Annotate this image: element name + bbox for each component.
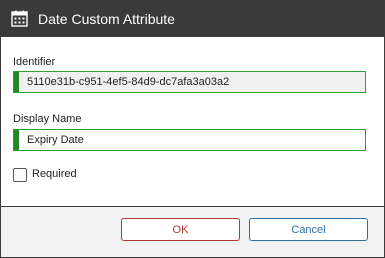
cancel-button[interactable]: Cancel: [249, 218, 368, 241]
dialog-footer: OK Cancel: [1, 207, 384, 257]
identifier-input[interactable]: [21, 72, 373, 92]
required-label: Required: [32, 168, 77, 180]
field-accent-bar: [14, 130, 19, 150]
required-checkbox[interactable]: [13, 168, 27, 182]
identifier-field[interactable]: [13, 71, 373, 93]
display-name-field[interactable]: [13, 129, 373, 151]
title-bar[interactable]: Date Custom Attribute: [1, 1, 384, 37]
display-name-input[interactable]: [21, 130, 373, 150]
field-accent-bar: [14, 72, 19, 92]
dialog-title: Date Custom Attribute: [38, 11, 175, 27]
identifier-label: Identifier: [13, 56, 56, 68]
display-name-label: Display Name: [13, 113, 82, 125]
calendar-icon: [11, 10, 28, 27]
ok-button[interactable]: OK: [121, 218, 240, 241]
date-custom-attribute-dialog: Date Custom Attribute Identifier Display…: [0, 0, 385, 258]
